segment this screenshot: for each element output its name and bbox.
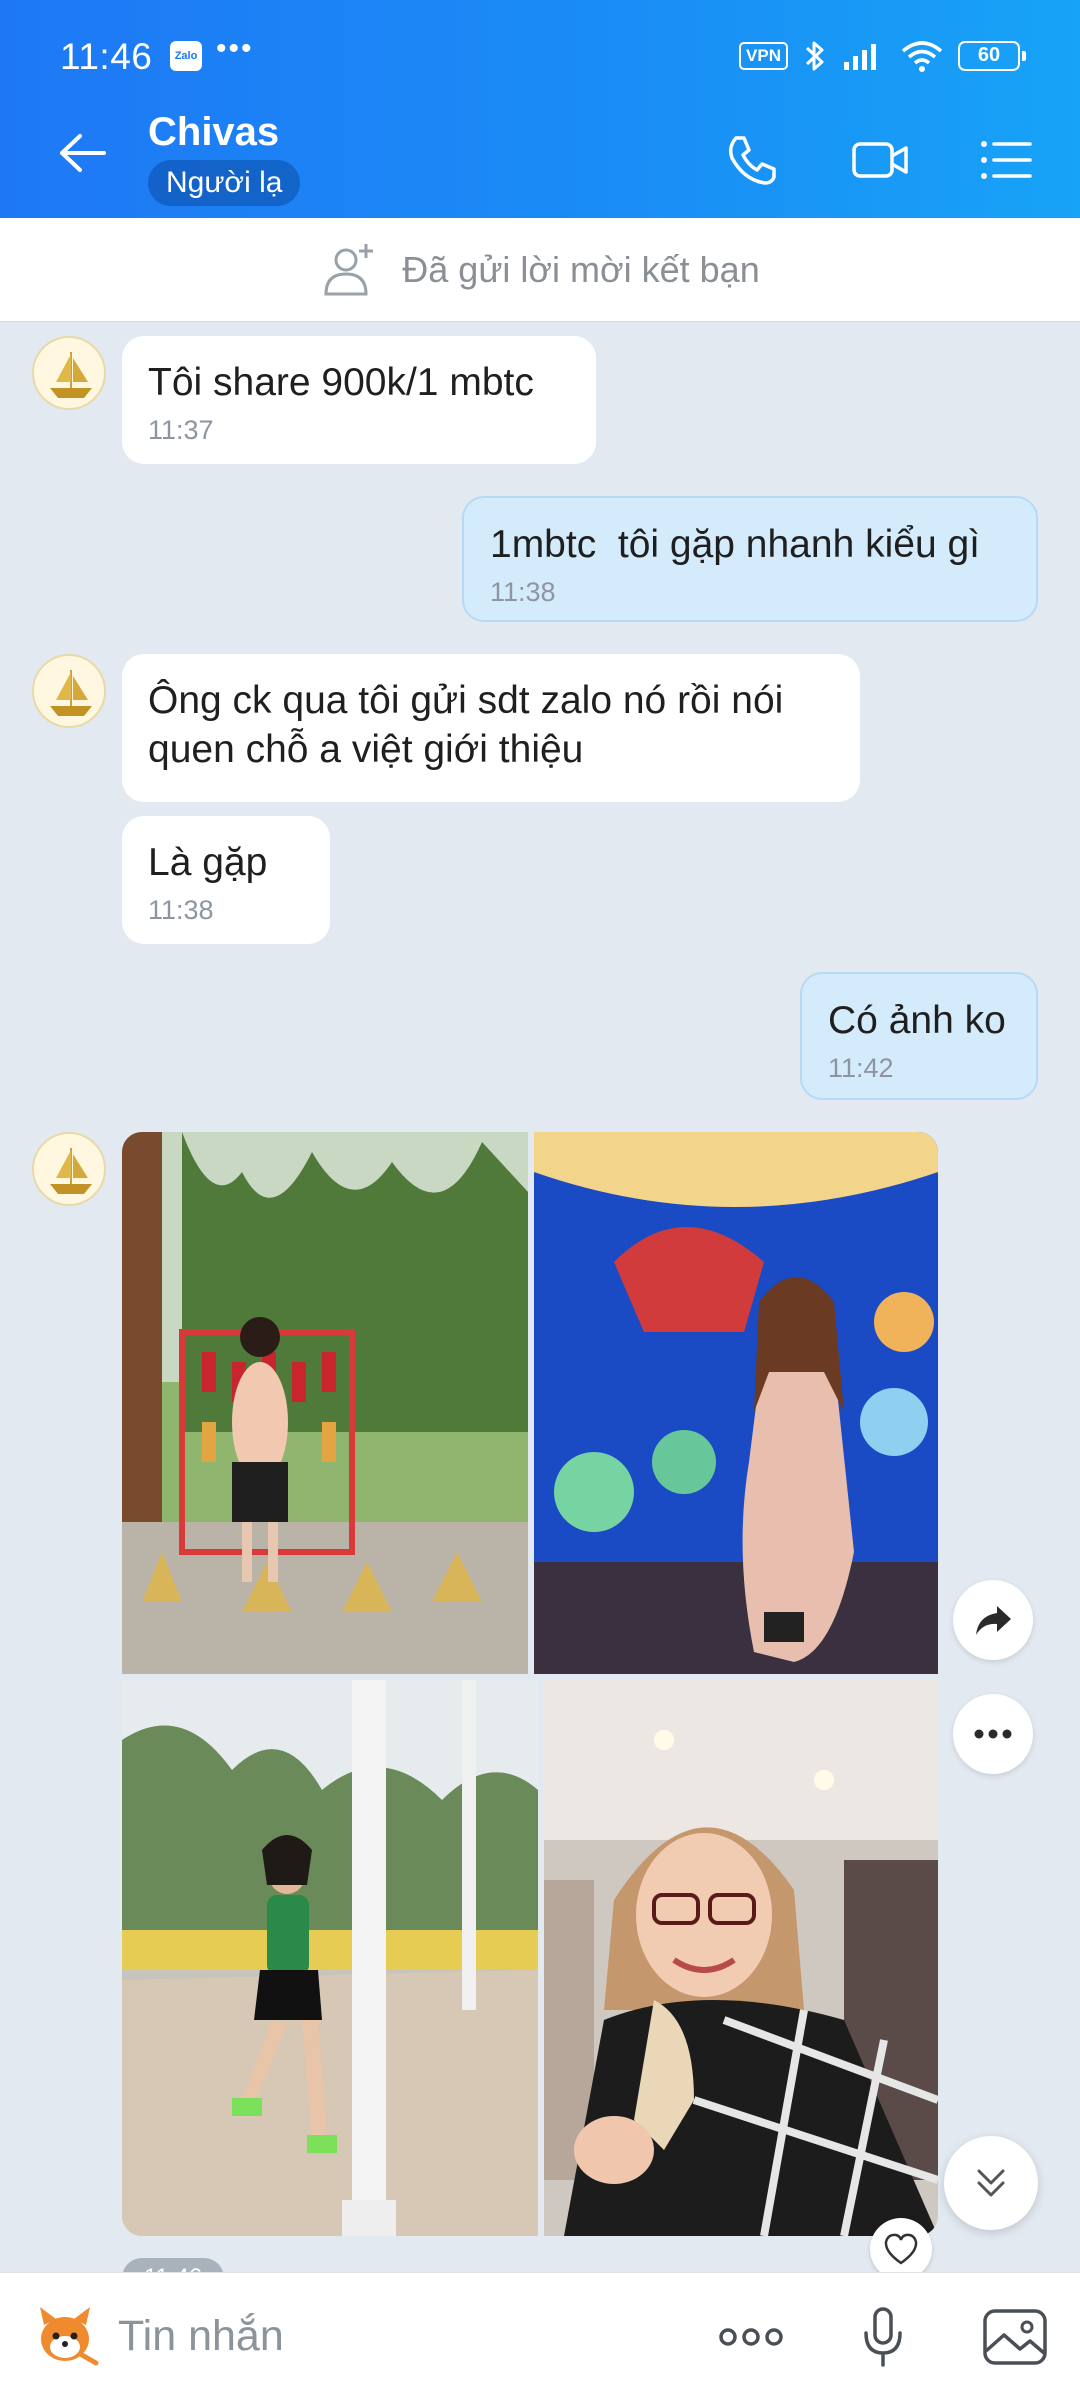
stranger-badge: Người lạ: [148, 160, 301, 206]
message-text: Ông ck qua tôi gửi sdt zalo nó rồi nói q…: [148, 679, 784, 771]
message-bubble-incoming[interactable]: Là gặp 11:38: [122, 816, 330, 944]
message-bubble-incoming[interactable]: Ông ck qua tôi gửi sdt zalo nó rồi nói q…: [122, 654, 860, 802]
phone-icon[interactable]: [722, 130, 782, 190]
avatar[interactable]: [32, 1132, 106, 1206]
sailing-ship-avatar-icon: [50, 670, 92, 716]
more-options-icon: [974, 1729, 1012, 1739]
message-text: Tôi share 900k/1 mbtc: [148, 361, 534, 404]
message-input[interactable]: [118, 2303, 678, 2369]
more-dots-icon[interactable]: [716, 2305, 786, 2369]
photo-woman-glasses[interactable]: [544, 1680, 938, 2236]
message-time: 11:38: [490, 577, 556, 607]
message-text: Là gặp: [148, 841, 268, 884]
message-bubble-outgoing[interactable]: Có ảnh ko 11:42: [800, 972, 1038, 1100]
more-options-button[interactable]: [953, 1694, 1033, 1774]
wifi-icon: [901, 41, 943, 72]
scroll-down-icon: [977, 2169, 1005, 2197]
video-call-icon[interactable]: [850, 130, 910, 190]
avatar[interactable]: [32, 654, 106, 728]
heart-icon: [884, 2233, 918, 2265]
friend-request-bar: Đã gửi lời mời kết bạn: [0, 218, 1080, 322]
status-time: 11:46: [60, 36, 153, 77]
photo-park-pillar[interactable]: [122, 1680, 538, 2236]
zalo-notification-icon: Zalo: [170, 41, 202, 71]
sticker-icon[interactable]: [30, 2299, 100, 2369]
photo-lantern-festival[interactable]: [534, 1132, 938, 1674]
message-input-bar: [0, 2272, 1080, 2400]
battery-indicator: 60: [958, 41, 1026, 71]
share-forward-button[interactable]: [953, 1580, 1033, 1660]
bluetooth-icon: [805, 41, 824, 71]
scroll-to-bottom-button[interactable]: [944, 2136, 1038, 2230]
add-friend-icon: [324, 243, 374, 295]
message-text: 1mbtc tôi gặp nhanh kiểu gì: [490, 523, 980, 566]
back-arrow-icon[interactable]: [58, 128, 108, 178]
avatar[interactable]: [32, 336, 106, 410]
message-time: 11:37: [148, 415, 214, 445]
message-text: Có ảnh ko: [828, 999, 1006, 1042]
chat-header: 11:46 Zalo ••• VPN 60 Chivas Người lạ: [0, 0, 1080, 218]
menu-list-icon[interactable]: [976, 130, 1036, 190]
image-gallery-icon[interactable]: [980, 2305, 1050, 2369]
photo-garden-incense[interactable]: [122, 1132, 528, 1674]
message-time: 11:38: [148, 895, 214, 925]
reaction-heart-button[interactable]: [870, 2218, 932, 2280]
friend-request-text: Đã gửi lời mời kết bạn: [402, 248, 760, 290]
vpn-icon: VPN: [739, 42, 788, 70]
microphone-icon[interactable]: [848, 2305, 918, 2369]
status-bar: 11:46 Zalo ••• VPN 60: [0, 0, 1080, 110]
status-indicators: VPN 60: [739, 38, 1026, 74]
message-bubble-outgoing[interactable]: 1mbtc tôi gặp nhanh kiểu gì 11:38: [462, 496, 1038, 622]
message-bubble-incoming[interactable]: Tôi share 900k/1 mbtc 11:37: [122, 336, 596, 464]
message-time: 11:42: [828, 1053, 894, 1083]
sailing-ship-avatar-icon: [50, 1148, 92, 1194]
signal-icon: [844, 44, 876, 70]
share-forward-icon: [976, 1606, 1011, 1635]
status-more-dots: •••: [216, 32, 254, 65]
sailing-ship-avatar-icon: [50, 352, 92, 398]
contact-name[interactable]: Chivas: [148, 110, 279, 155]
